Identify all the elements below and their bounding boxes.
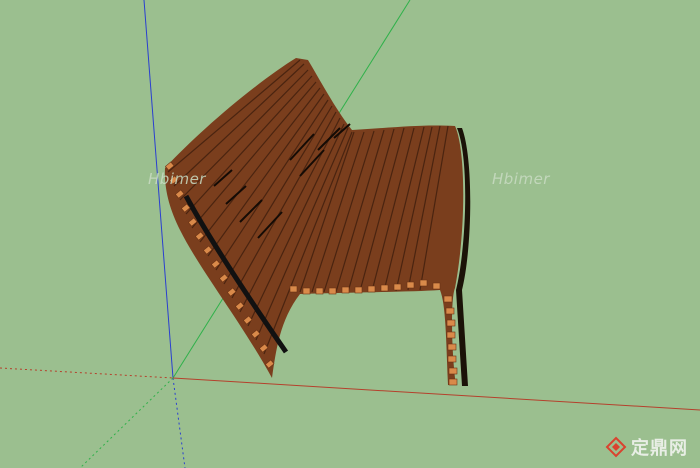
green-axis-dotted (79, 377, 174, 468)
brand-watermark: 定鼎网 (605, 434, 688, 460)
red-axis-dotted (0, 367, 174, 379)
diamond-logo-icon (605, 436, 627, 458)
model-scene[interactable] (0, 0, 700, 468)
bench-model[interactable] (164, 58, 471, 386)
blue-axis-dotted (172, 377, 186, 468)
watermark-right: Hbimer (492, 170, 550, 188)
brand-text: 定鼎网 (631, 438, 688, 459)
sketchup-viewport[interactable]: Hbimer Hbimer 定鼎网 (0, 0, 700, 468)
red-axis (172, 377, 700, 411)
watermark-left: Hbimer (148, 170, 206, 188)
